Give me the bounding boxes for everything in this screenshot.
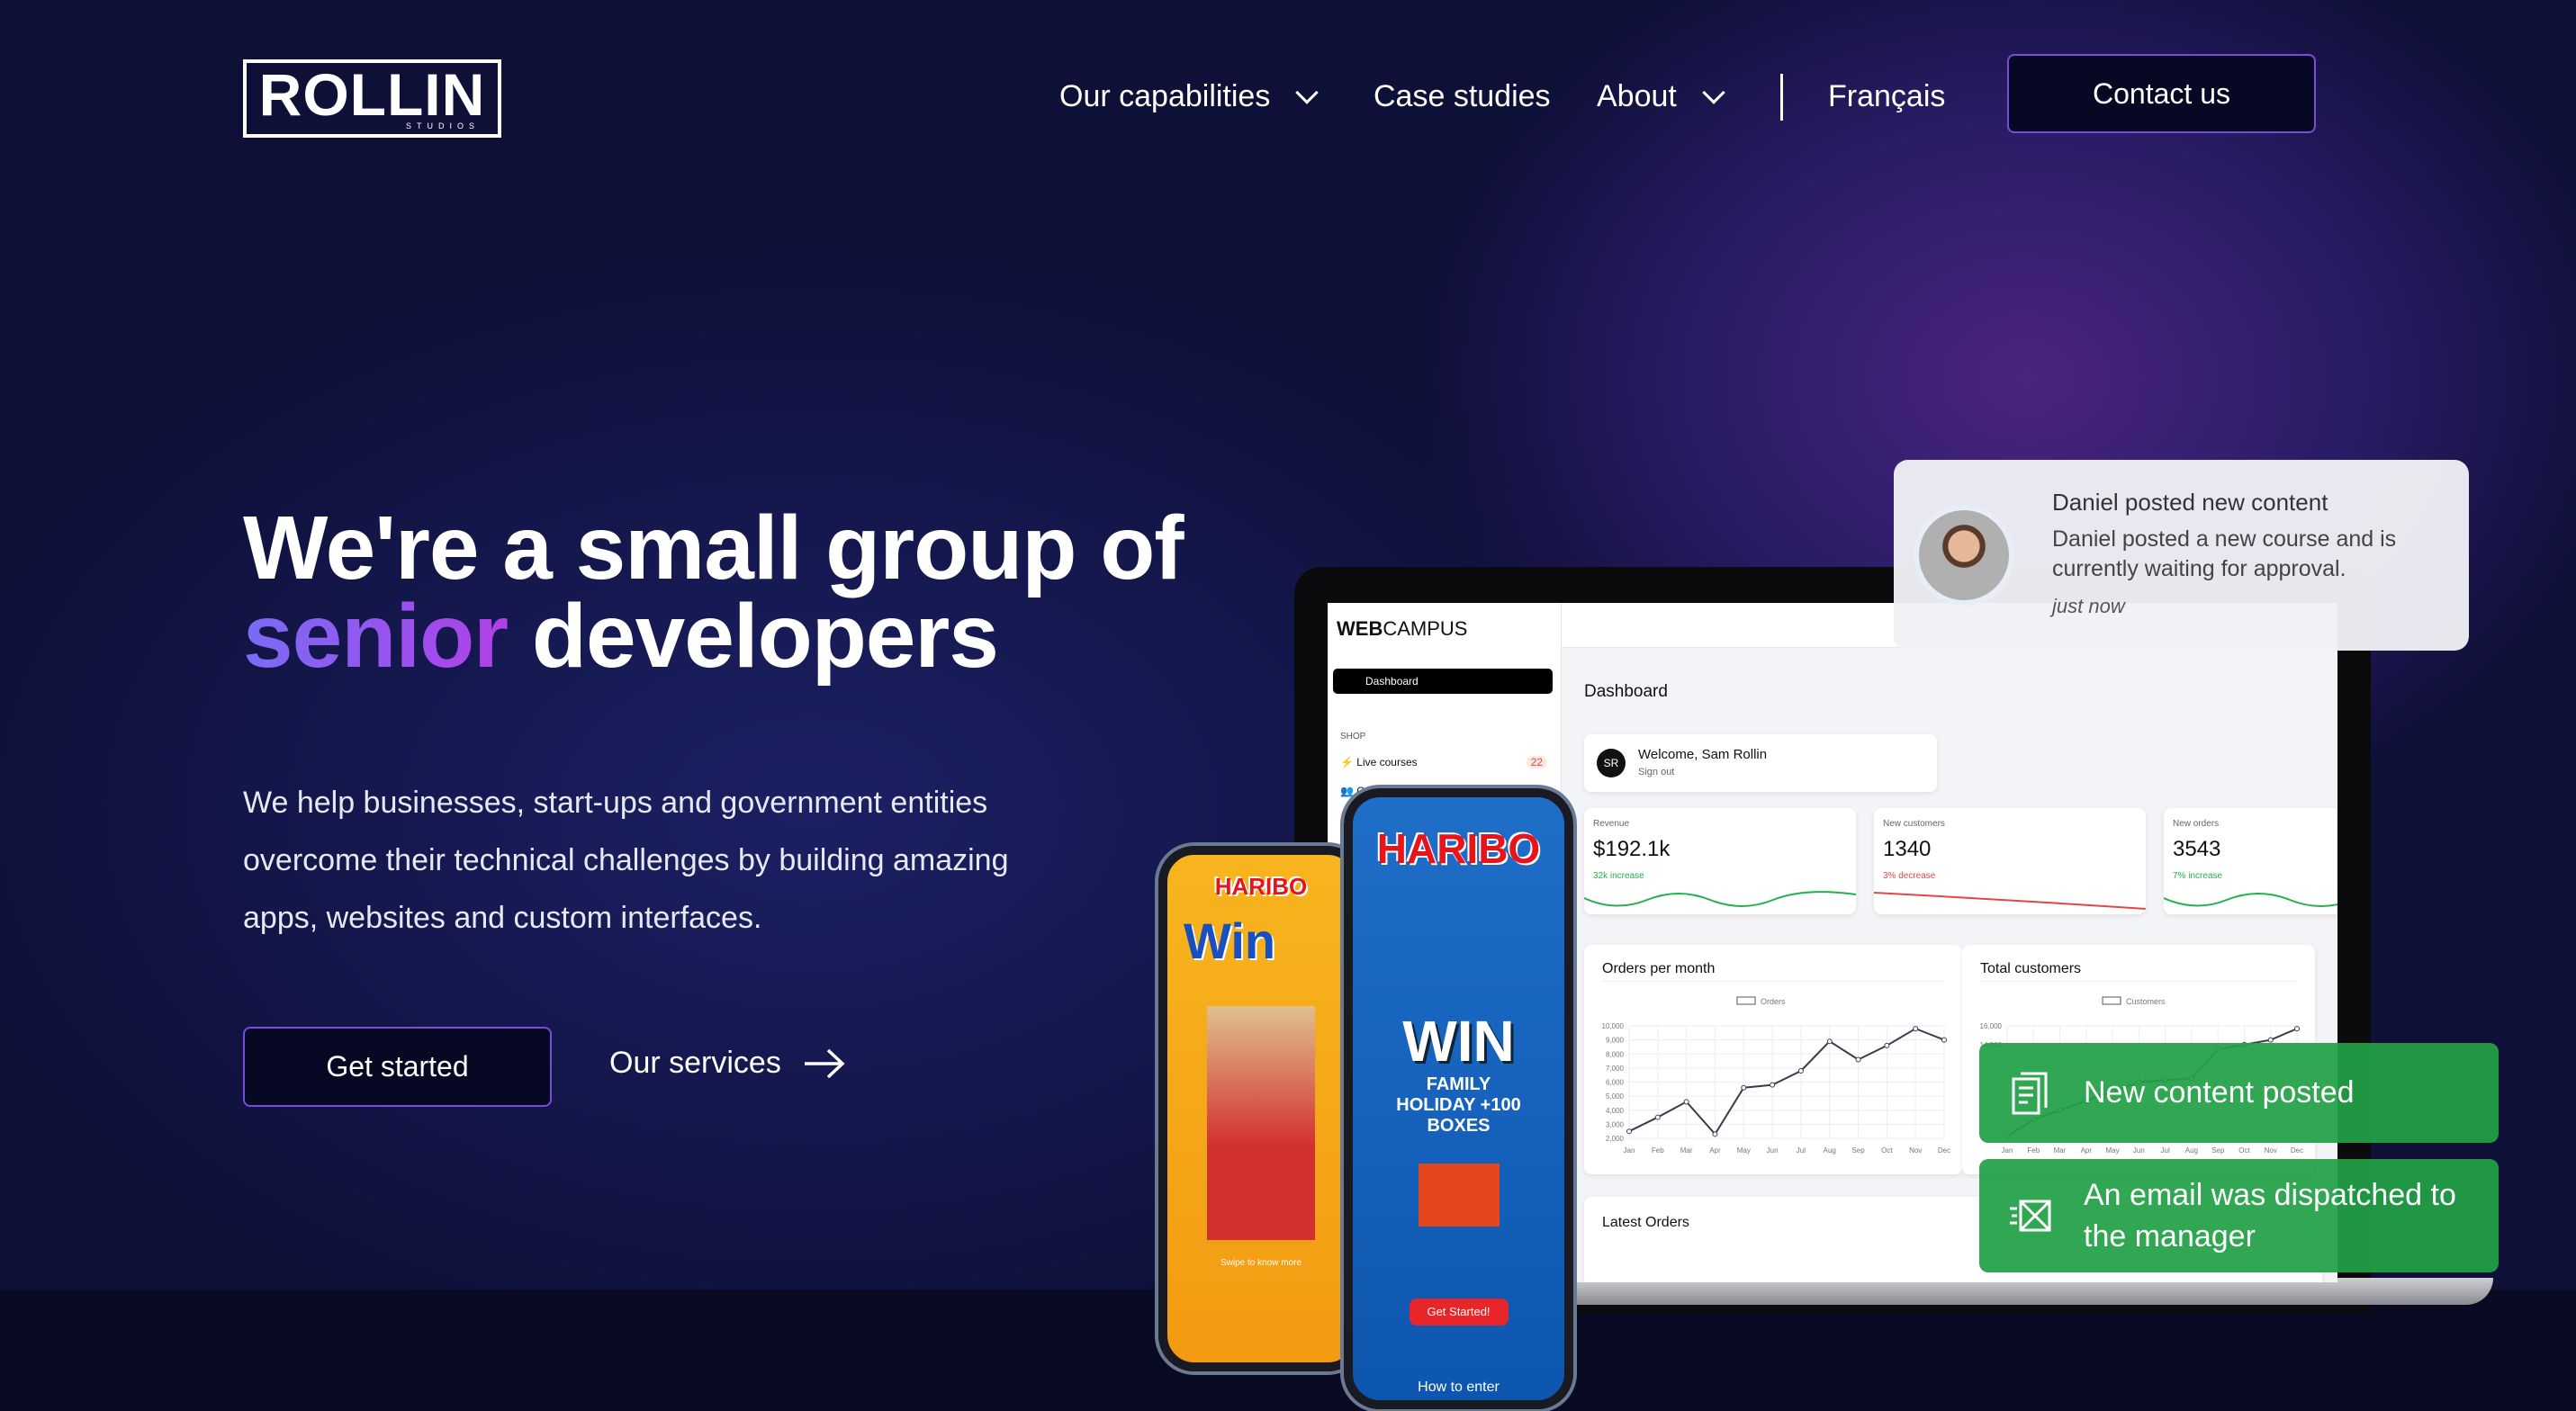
data-point <box>1913 1026 1919 1032</box>
nav-about[interactable]: About <box>1597 79 1725 114</box>
get-started-button[interactable]: Get started <box>243 1027 552 1107</box>
language-switch[interactable]: Français <box>1828 79 1945 114</box>
x-tick-label: Oct <box>1881 1146 1893 1155</box>
hero-title: We're a small group of senior developers <box>243 498 1184 687</box>
nav-our-capabilities[interactable]: Our capabilities <box>1059 79 1320 114</box>
x-tick-label: Oct <box>2238 1146 2250 1155</box>
x-tick-label: Mar <box>1680 1146 1693 1155</box>
x-tick-label: Mar <box>2054 1146 2067 1155</box>
y-tick-label: 6,000 <box>1606 1079 1625 1087</box>
x-tick-label: Dec <box>2291 1146 2303 1155</box>
section-label: SHOP <box>1340 732 1366 741</box>
hero-paragraph: We help businesses, start-ups and govern… <box>243 786 1009 935</box>
welcome-card: SR Welcome, Sam Rollin Sign out <box>1584 734 1937 792</box>
x-tick-label: Feb <box>2027 1146 2040 1155</box>
x-tick-label: Nov <box>1909 1146 1922 1155</box>
data-point <box>1626 1128 1632 1135</box>
data-point <box>1826 1038 1833 1045</box>
email-sent-icon <box>2010 1200 2051 1232</box>
legend-swatch <box>2102 996 2121 1005</box>
stat-card: Revenue $192.1k 32k increase <box>1584 808 1856 914</box>
x-tick-label: Jul <box>2161 1146 2170 1155</box>
nav-case-studies[interactable]: Case studies <box>1374 79 1551 114</box>
x-tick-label: Jan <box>1624 1146 1635 1155</box>
data-point <box>1741 1084 1747 1091</box>
data-point <box>2294 1026 2300 1032</box>
y-tick-label: 7,000 <box>1606 1065 1625 1073</box>
data-point <box>1770 1082 1776 1088</box>
x-tick-label: Nov <box>2265 1146 2277 1155</box>
legend-label: Orders <box>1761 997 1786 1006</box>
y-tick-label: 2,000 <box>1606 1135 1625 1143</box>
legend-swatch <box>1736 996 1756 1005</box>
x-tick-label: Aug <box>2185 1146 2198 1155</box>
y-tick-label: 16,000 <box>1980 1022 2003 1030</box>
sparkline <box>1584 891 1856 907</box>
x-tick-label: May <box>2106 1146 2120 1155</box>
logo[interactable]: ROLLIN STUDIOS <box>243 59 501 138</box>
data-point <box>1855 1056 1861 1063</box>
series-line <box>1628 1028 1945 1136</box>
contact-button[interactable]: Contact us <box>2007 54 2316 133</box>
sparkline <box>1874 892 2146 910</box>
nav-divider <box>1780 74 1783 121</box>
data-point <box>1654 1114 1661 1120</box>
chevron-down-icon <box>1295 80 1320 104</box>
sign-out-link[interactable]: Sign out <box>1638 767 1674 777</box>
y-tick-label: 10,000 <box>1602 1022 1625 1030</box>
phone-mockup-right: HARIBO WIN FAMILY HOLIDAY +100 BOXES Get… <box>1344 788 1573 1409</box>
x-tick-label: Dec <box>1938 1146 1950 1155</box>
orders-chart-card: Orders per month Orders Jan Feb Mar Apr May Ju… <box>1584 945 1962 1174</box>
data-point <box>1884 1042 1890 1048</box>
sparkline <box>2164 893 2337 907</box>
y-tick-label: 3,000 <box>1606 1120 1625 1128</box>
y-tick-label: 9,000 <box>1606 1037 1625 1045</box>
x-tick-label: Sep <box>2211 1146 2225 1155</box>
dashboard-title: Dashboard <box>1584 682 1668 701</box>
badge: 22 <box>1526 756 1547 768</box>
x-tick-label: Jul <box>1797 1146 1806 1155</box>
x-tick-label: Jun <box>1767 1146 1779 1155</box>
phone-mockup-left: HARIBO Win Swipe to know more <box>1158 846 1364 1371</box>
x-tick-label: Apr <box>1709 1146 1721 1155</box>
x-tick-label: May <box>1737 1146 1751 1155</box>
x-tick-label: Jan <box>2002 1146 2013 1155</box>
stat-card: New customers 1340 3% decrease <box>1874 808 2146 914</box>
data-point <box>1797 1068 1804 1074</box>
toast-new-content: New content posted <box>1979 1043 2499 1143</box>
arrow-right-icon <box>804 1048 845 1078</box>
sidebar-item-dashboard[interactable]: Dashboard <box>1333 669 1553 694</box>
avatar <box>1914 505 2014 606</box>
y-tick-label: 5,000 <box>1606 1092 1625 1101</box>
stat-card: New orders 3543 7% increase <box>2164 808 2337 914</box>
document-icon <box>2012 1072 2048 1114</box>
avatar: SR <box>1597 749 1626 777</box>
webcampus-logo: WEBCAMPUS <box>1337 617 1468 640</box>
data-point <box>1683 1099 1689 1105</box>
orders-chart: Orders Jan Feb Mar Apr May Jun Jul Aug Sep Oct Nov D… <box>1602 981 1950 1155</box>
data-point <box>2267 1037 2274 1043</box>
legend-label: Customers <box>2126 997 2166 1006</box>
data-point <box>1941 1037 1947 1043</box>
notification-card: Daniel posted new content Daniel posted … <box>1894 460 2469 651</box>
x-tick-label: Feb <box>1652 1146 1664 1155</box>
x-tick-label: Aug <box>1824 1146 1836 1155</box>
our-services-link[interactable]: Our services <box>609 1046 846 1081</box>
chevron-down-icon <box>1702 80 1725 104</box>
sidebar-item-live-courses[interactable]: ⚡ Live courses 22 <box>1340 756 1547 768</box>
x-tick-label: Jun <box>2133 1146 2145 1155</box>
y-tick-label: 8,000 <box>1606 1050 1625 1058</box>
get-started-phone-button[interactable]: Get Started! <box>1409 1299 1509 1326</box>
x-tick-label: Apr <box>2081 1146 2093 1155</box>
x-tick-label: Sep <box>1851 1146 1865 1155</box>
data-point <box>1712 1131 1718 1137</box>
toast-email-dispatched: An email was dispatched to the manager <box>1979 1159 2499 1272</box>
y-tick-label: 4,000 <box>1606 1107 1625 1115</box>
